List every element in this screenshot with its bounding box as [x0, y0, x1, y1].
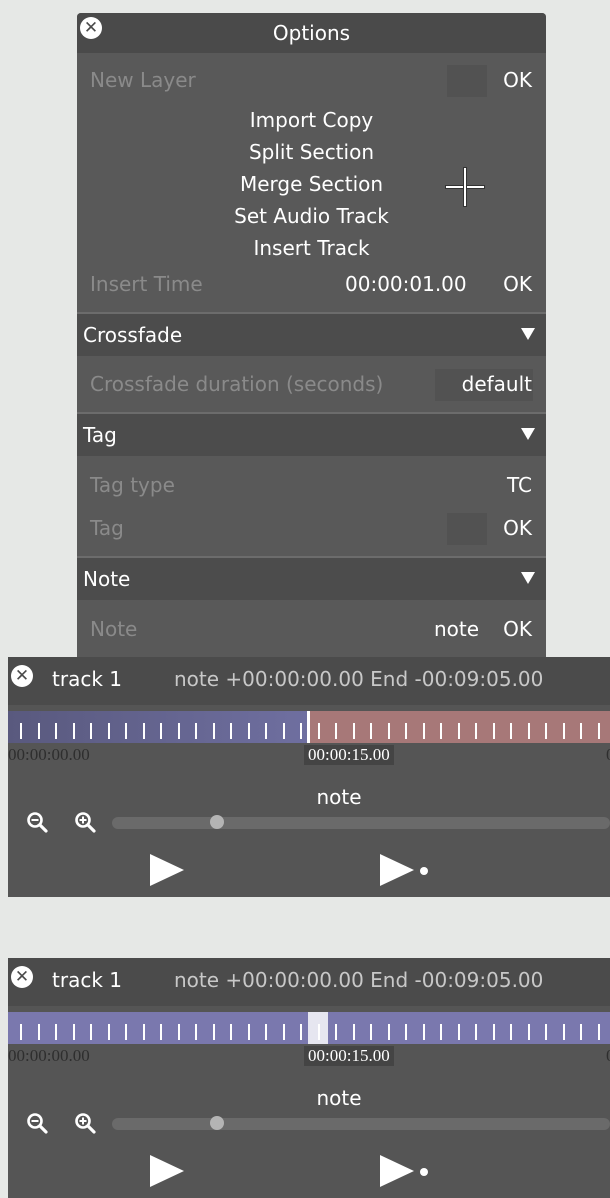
import-copy-button[interactable]: Import Copy — [77, 108, 546, 132]
new-layer-row: New Layer OK — [77, 65, 546, 99]
note-title: Note — [83, 567, 131, 591]
options-panel: ✕ Options New Layer OK Import Copy Split… — [77, 13, 546, 659]
tag-ok-button[interactable]: OK — [503, 516, 532, 540]
timeline-current-time: 00:00:15.00 — [304, 745, 394, 765]
crosshair-cursor-icon — [446, 168, 484, 206]
play-from-dot-icon — [420, 1168, 428, 1176]
track-header: ✕ track 1 note +00:00:00.00 End -00:09:0… — [8, 657, 610, 705]
new-layer-input[interactable] — [447, 65, 487, 97]
options-title: Options — [272, 21, 351, 45]
insert-time-input[interactable]: 00:00:01.00 — [345, 272, 467, 296]
timeline-start-time: 00:00:00.00 — [8, 745, 90, 764]
zoom-slider[interactable] — [112, 817, 610, 829]
play-from-icon[interactable] — [380, 1155, 414, 1187]
zoom-out-icon[interactable] — [26, 811, 48, 833]
zoom-slider-handle[interactable] — [210, 815, 224, 829]
playhead[interactable] — [308, 1012, 328, 1044]
track-info: note +00:00:00.00 End -00:09:05.00 — [174, 968, 544, 992]
expand-triangle-icon — [521, 328, 535, 340]
play-from-icon[interactable] — [380, 854, 414, 886]
note-label: Note — [90, 617, 138, 641]
zoom-in-icon[interactable] — [74, 1112, 96, 1134]
note-section-header[interactable]: Note — [77, 556, 546, 600]
tag-type-row: Tag type TC — [77, 470, 546, 504]
tag-type-select[interactable]: TC — [507, 473, 532, 497]
track-panel: ✕ track 1 note +00:00:00.00 End -00:09:0… — [8, 958, 610, 1198]
insert-time-row: Insert Time 00:00:01.00 OK — [77, 269, 546, 303]
zoom-in-icon[interactable] — [74, 811, 96, 833]
timeline-current-time: 00:00:15.00 — [304, 1046, 394, 1066]
crossfade-section-header[interactable]: Crossfade — [77, 312, 546, 356]
crossfade-duration-label: Crossfade duration (seconds) — [90, 372, 384, 396]
play-icon[interactable] — [150, 1155, 184, 1187]
track-panel: ✕ track 1 note +00:00:00.00 End -00:09:0… — [8, 657, 610, 897]
expand-triangle-icon — [521, 572, 535, 584]
note-row: Note note OK — [77, 614, 546, 648]
timeline[interactable] — [8, 1012, 610, 1044]
timeline[interactable] — [8, 711, 610, 743]
track-name: track 1 — [52, 968, 122, 992]
new-layer-ok-button[interactable]: OK — [503, 68, 532, 92]
tag-title: Tag — [83, 423, 117, 447]
note-input[interactable]: note — [434, 617, 479, 641]
set-audio-track-button[interactable]: Set Audio Track — [77, 204, 546, 228]
split-section-button[interactable]: Split Section — [77, 140, 546, 164]
expand-triangle-icon — [521, 428, 535, 440]
crossfade-duration-row: Crossfade duration (seconds) default — [77, 369, 546, 403]
play-from-dot-icon — [420, 867, 428, 875]
timeline-segment-1[interactable] — [8, 711, 308, 743]
insert-track-button[interactable]: Insert Track — [77, 236, 546, 260]
close-icon[interactable]: ✕ — [11, 665, 33, 687]
close-icon[interactable]: ✕ — [11, 966, 33, 988]
tag-row: Tag OK — [77, 513, 546, 547]
play-icon[interactable] — [150, 854, 184, 886]
track-note: note — [316, 785, 362, 809]
crossfade-title: Crossfade — [83, 323, 183, 347]
note-ok-button[interactable]: OK — [503, 617, 532, 641]
zoom-out-icon[interactable] — [26, 1112, 48, 1134]
zoom-slider-handle[interactable] — [210, 1116, 224, 1130]
timeline-end-time: 0 — [606, 745, 610, 765]
insert-time-ok-button[interactable]: OK — [503, 272, 532, 296]
new-layer-label: New Layer — [90, 68, 196, 92]
tag-section-header[interactable]: Tag — [77, 412, 546, 456]
timeline-end-time: 0 — [606, 1046, 610, 1066]
track-info: note +00:00:00.00 End -00:09:05.00 — [174, 667, 544, 691]
track-header: ✕ track 1 note +00:00:00.00 End -00:09:0… — [8, 958, 610, 1006]
tag-type-label: Tag type — [90, 473, 175, 497]
tag-input[interactable] — [447, 513, 487, 545]
insert-time-label: Insert Time — [90, 272, 203, 296]
track-name: track 1 — [52, 667, 122, 691]
zoom-slider[interactable] — [112, 1118, 610, 1130]
timeline-start-time: 00:00:00.00 — [8, 1046, 90, 1065]
options-header: ✕ Options — [77, 13, 546, 53]
timeline-segment-2[interactable] — [308, 711, 610, 743]
tag-label: Tag — [90, 516, 124, 540]
playhead[interactable] — [307, 711, 310, 743]
track-note: note — [316, 1086, 362, 1110]
crossfade-duration-value[interactable]: default — [462, 372, 532, 396]
